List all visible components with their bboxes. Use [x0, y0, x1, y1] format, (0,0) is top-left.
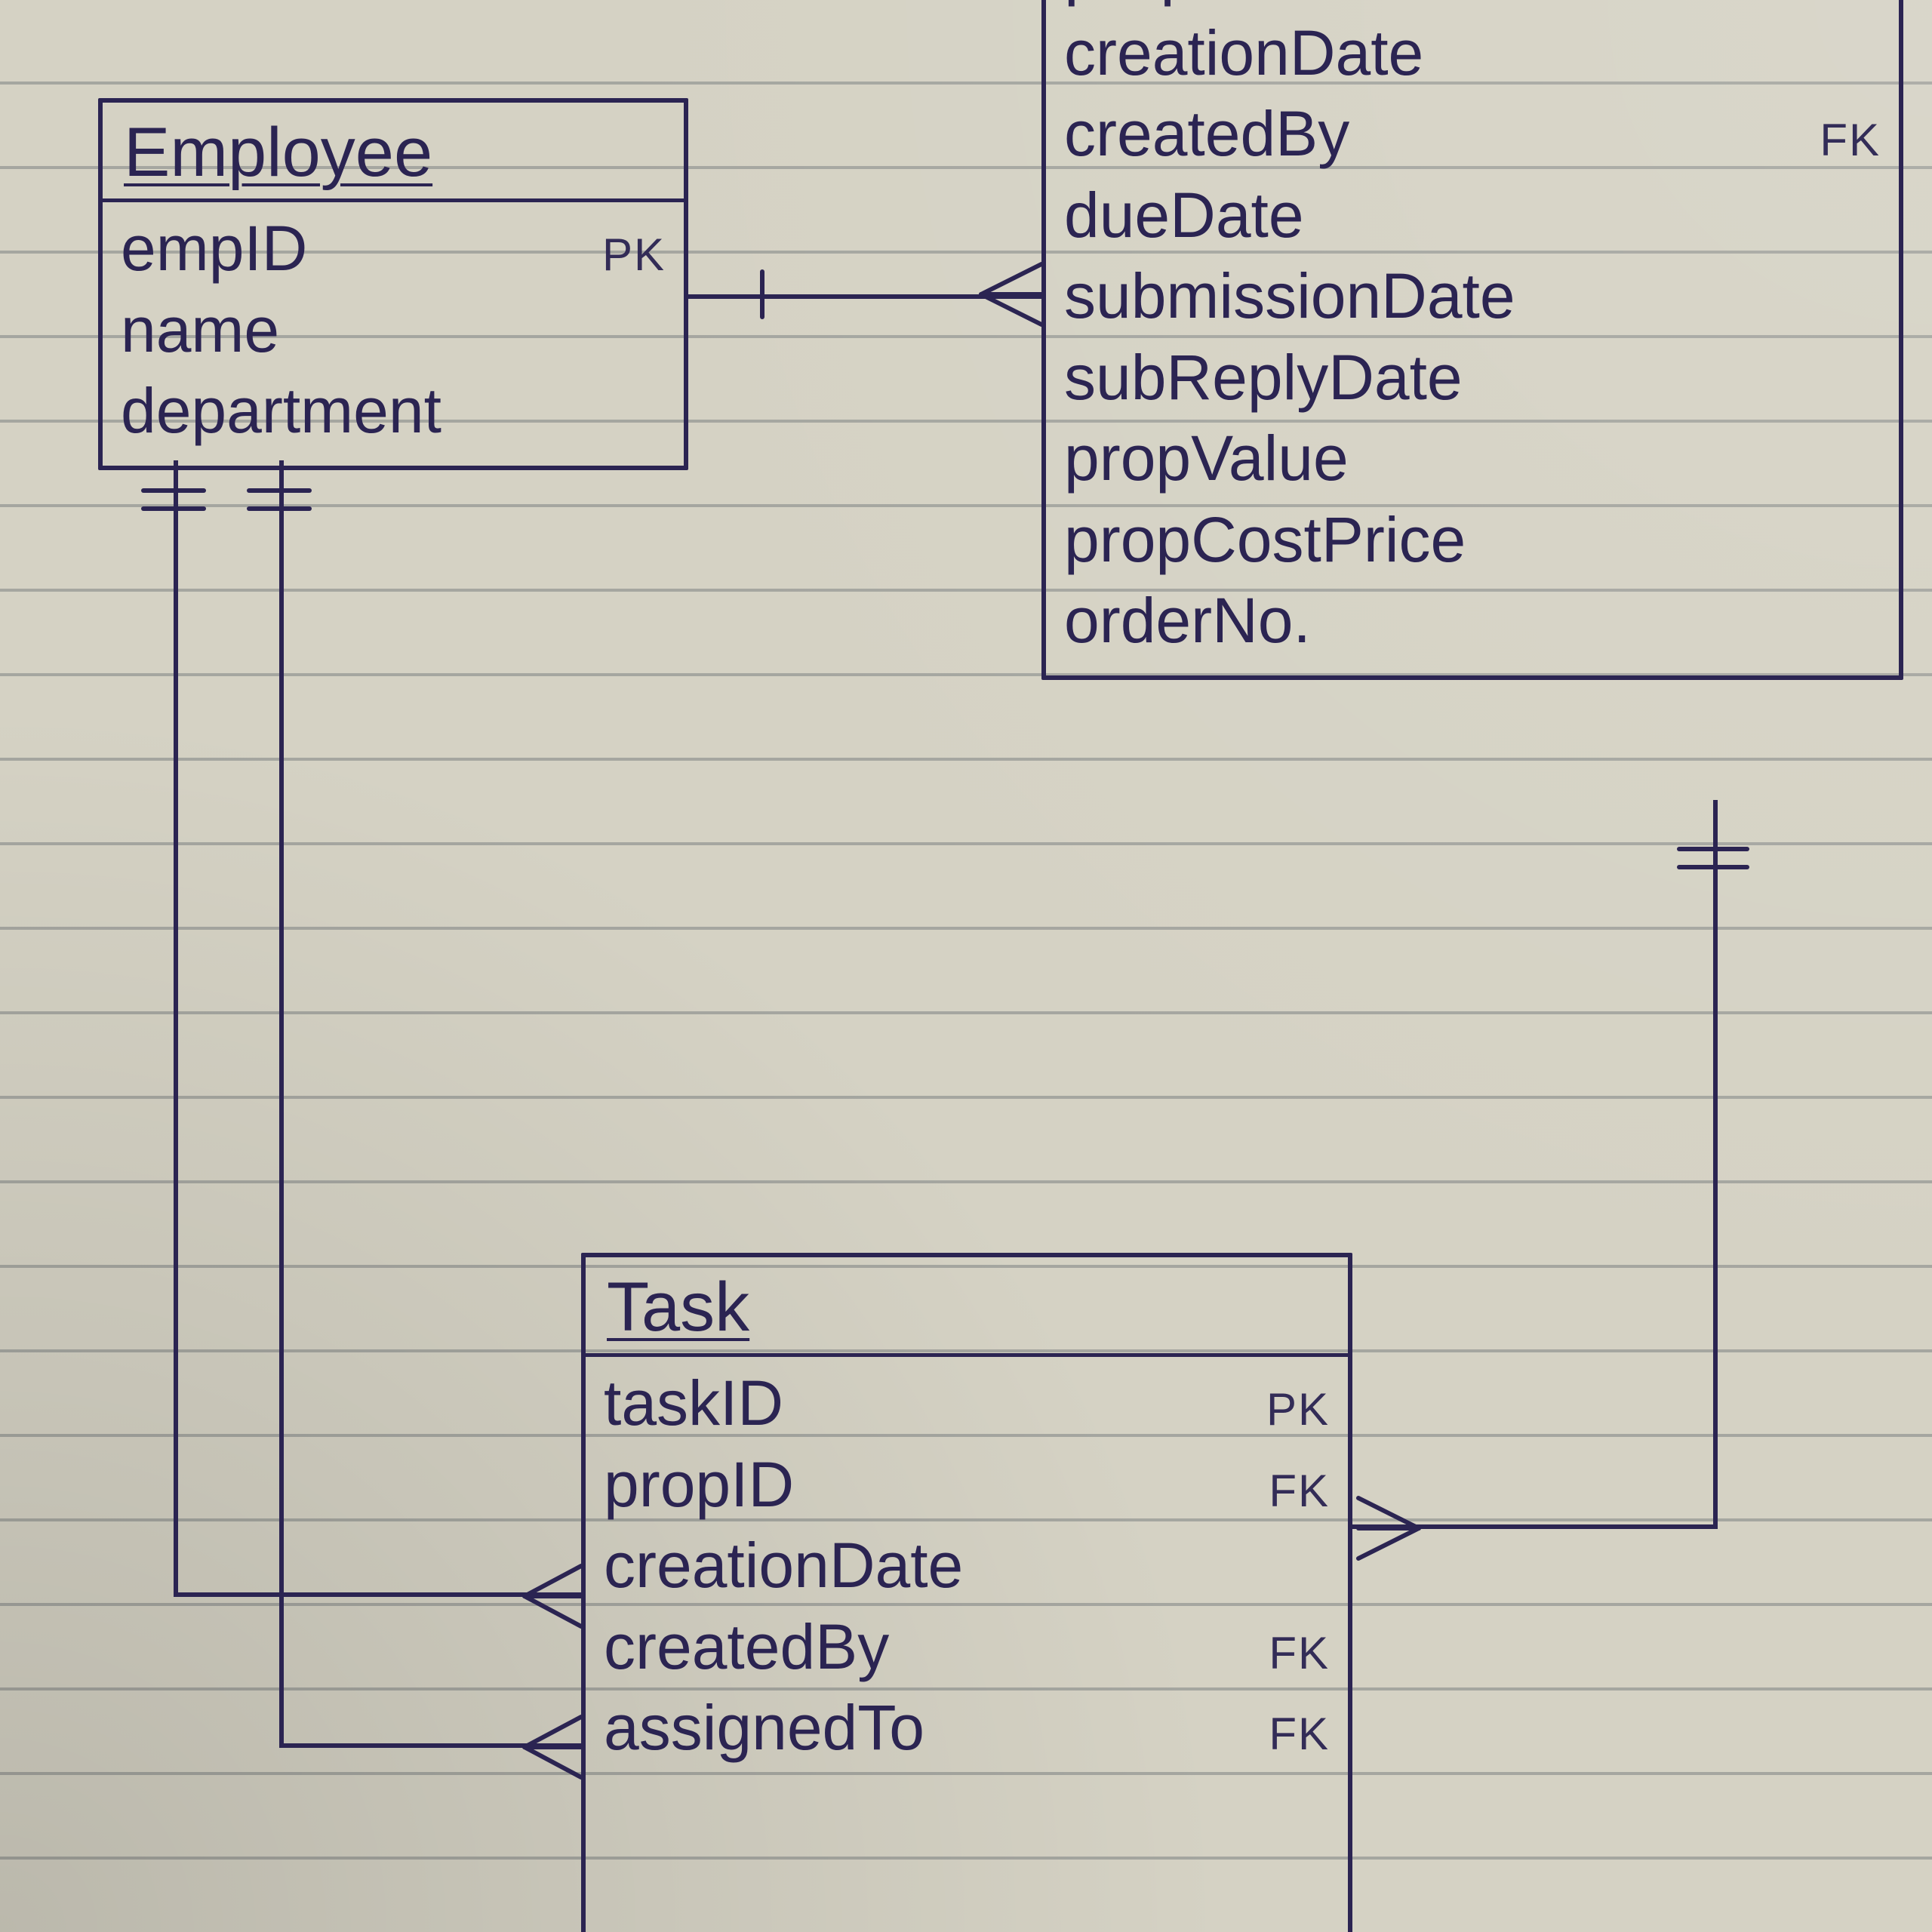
connector-employee-task-v1: [174, 460, 178, 1592]
attr-name: name: [121, 290, 279, 371]
entity-employee-attrs: empID PK name department: [103, 202, 684, 466]
attr-key: FK: [1269, 1625, 1330, 1683]
attr-row: taskID PK: [604, 1363, 1330, 1444]
attr-row: propID PK: [1064, 0, 1881, 13]
entity-employee: Employee empID PK name department: [98, 98, 688, 470]
attr-key: PK: [602, 226, 666, 285]
entity-employee-title: Employee: [103, 103, 684, 202]
attr-name: orderNo.: [1064, 580, 1311, 662]
attr-name: propValue: [1064, 418, 1349, 500]
attr-row: propCostPrice: [1064, 500, 1881, 581]
attr-name: createdBy: [604, 1607, 889, 1688]
entity-task: Task taskID PK propID FK creationDate cr…: [581, 1253, 1352, 1932]
attr-key: PK: [1266, 1381, 1330, 1439]
attr-name: propID: [1064, 0, 1263, 13]
cardinality-mark-one-and-only-one-icon: [143, 483, 211, 521]
attr-row: createdBy FK: [604, 1607, 1330, 1688]
connector-proposal-task-v: [1713, 800, 1718, 1524]
attr-name: empID: [121, 208, 307, 290]
attr-name: creationDate: [604, 1525, 963, 1607]
attr-name: assignedTo: [604, 1687, 924, 1769]
cardinality-mark-one-and-only-one-icon: [1679, 841, 1755, 879]
attr-key: FK: [1269, 1463, 1330, 1521]
entity-proposal-attrs: propID PK creationDate createdBy FK dueD…: [1046, 0, 1899, 675]
attr-name: propID: [604, 1444, 794, 1526]
attr-key: FK: [1269, 1706, 1330, 1764]
attr-row: subReplyDate: [1064, 337, 1881, 419]
entity-task-attrs: taskID PK propID FK creationDate created…: [586, 1357, 1348, 1783]
attr-row: propValue: [1064, 418, 1881, 500]
cardinality-mark-one-and-only-one-icon: [249, 483, 317, 521]
cardinality-zero-or-many-icon: [483, 1555, 589, 1638]
attr-row: orderNo.: [1064, 580, 1881, 662]
attr-name: department: [121, 371, 441, 452]
attr-key: FK: [1820, 112, 1881, 170]
attr-row: createdBy FK: [1064, 94, 1881, 175]
attr-row: propID FK: [604, 1444, 1330, 1526]
attr-name: propCostPrice: [1064, 500, 1466, 581]
attr-row: dueDate: [1064, 175, 1881, 257]
cardinality-zero-or-many-icon: [1351, 1487, 1464, 1570]
connector-employee-task-v2: [279, 460, 284, 1743]
entity-proposal: propID PK creationDate createdBy FK dueD…: [1041, 0, 1903, 680]
attr-name: dueDate: [1064, 175, 1304, 257]
cardinality-mark-one-icon: [755, 272, 785, 317]
cardinality-zero-or-many-icon: [483, 1706, 589, 1789]
attr-row: empID PK: [121, 208, 666, 290]
attr-row: creationDate: [604, 1525, 1330, 1607]
attr-name: creationDate: [1064, 13, 1423, 94]
attr-row: department: [121, 371, 666, 452]
attr-row: assignedTo FK: [604, 1687, 1330, 1769]
attr-key: PK: [1817, 0, 1881, 7]
attr-name: taskID: [604, 1363, 783, 1444]
attr-name: createdBy: [1064, 94, 1349, 175]
entity-task-title: Task: [586, 1257, 1348, 1357]
cardinality-crowsfoot-icon: [981, 257, 1049, 332]
attr-name: subReplyDate: [1064, 337, 1463, 419]
attr-row: name: [121, 290, 666, 371]
attr-row: submissionDate: [1064, 256, 1881, 337]
attr-row: creationDate: [1064, 13, 1881, 94]
attr-name: submissionDate: [1064, 256, 1515, 337]
